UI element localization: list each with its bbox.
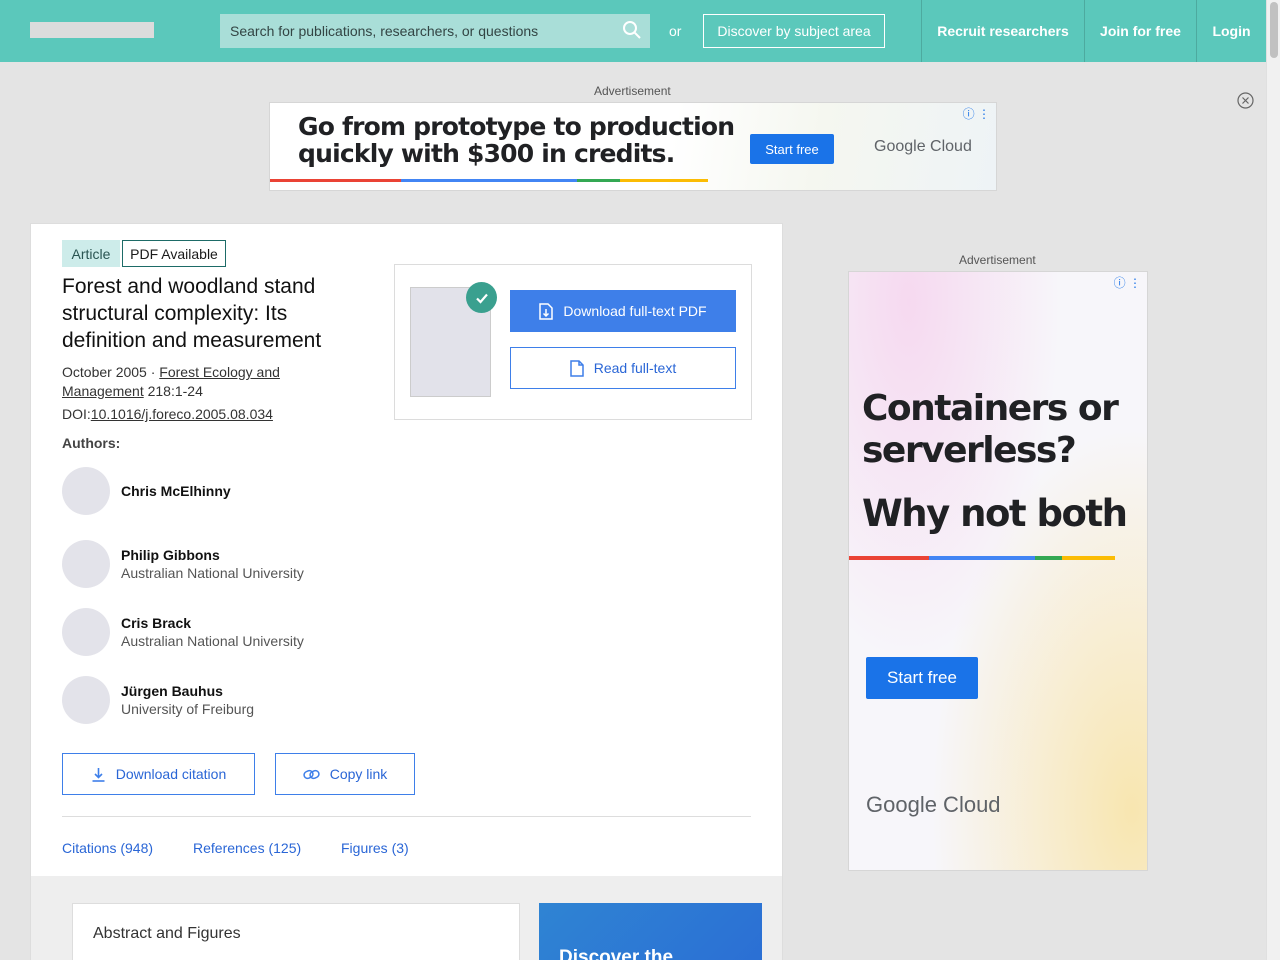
google-color-stripe [270,179,708,182]
read-full-text-label: Read full-text [593,360,677,376]
download-icon [92,767,105,782]
banner-advertisement[interactable]: Go from prototype to production quickly … [269,102,997,191]
top-navigation-bar: or Discover by subject area Recruit rese… [0,0,1266,62]
pdf-available-badge: PDF Available [122,240,226,267]
tab-citations[interactable]: Citations (948) [62,840,153,856]
side-ad-subheadline: Why not both [862,492,1128,535]
google-color-stripe [849,556,1115,560]
doi-link[interactable]: 10.1016/j.foreco.2005.08.034 [91,406,273,422]
author-name[interactable]: Chris McElhinny [121,483,231,499]
article-type-badge: Article [62,240,120,267]
document-icon [570,359,584,377]
link-icon [303,769,320,779]
author-affiliation[interactable]: University of Freiburg [121,701,254,717]
publication-title: Forest and woodland stand structural com… [62,275,322,352]
site-logo[interactable] [30,22,154,38]
join-for-free-link[interactable]: Join for free [1084,0,1196,62]
scrollbar-thumb[interactable] [1270,2,1278,58]
page-scrollbar[interactable] [1266,0,1280,960]
doi-line: DOI:10.1016/j.foreco.2005.08.034 [62,406,273,422]
authors-heading: Authors: [62,435,121,451]
promo-text: Discover the [559,947,674,960]
recruit-researchers-link[interactable]: Recruit researchers [921,0,1084,62]
copy-link-label: Copy link [329,766,388,782]
author-item[interactable]: Chris McElhinny [62,467,382,515]
tab-figures[interactable]: Figures (3) [341,840,409,856]
side-advertisement[interactable]: Containers or serverless? Why not both S… [848,271,1148,871]
discover-by-subject-button[interactable]: Discover by subject area [703,14,885,48]
download-citation-label: Download citation [115,766,227,782]
avatar[interactable] [62,467,110,515]
pdf-download-icon [539,302,554,320]
banner-ad-start-free-button[interactable]: Start free [750,134,834,164]
banner-ad-headline: Go from prototype to production quickly … [298,112,735,168]
avatar[interactable] [62,608,110,656]
promo-panel[interactable]: Discover the [539,903,762,960]
advertisement-label: Advertisement [594,84,671,98]
checkmark-icon [466,282,497,313]
search-icon[interactable] [622,20,642,40]
author-name[interactable]: Cris Brack [121,615,191,631]
full-text-access-box: Download full-text PDF Read full-text [394,264,752,420]
google-cloud-logo: Google Cloud [874,138,972,155]
publication-card: Article PDF Available Forest and woodlan… [30,223,783,960]
author-name[interactable]: Jürgen Bauhus [121,683,223,699]
abstract-panel: Abstract and Figures [72,903,520,960]
author-affiliation[interactable]: Australian National University [121,565,304,581]
close-ad-icon[interactable] [1237,92,1254,109]
download-pdf-label: Download full-text PDF [563,303,707,319]
author-item[interactable]: Jürgen Bauhus University of Freiburg [62,676,382,724]
author-item[interactable]: Philip Gibbons Australian National Unive… [62,540,382,588]
avatar[interactable] [62,540,110,588]
search-input[interactable] [220,14,620,48]
login-link[interactable]: Login [1196,0,1266,62]
read-full-text-button[interactable]: Read full-text [510,347,736,389]
author-item[interactable]: Cris Brack Australian National Universit… [62,608,382,656]
abstract-heading: Abstract and Figures [93,925,241,942]
tab-references[interactable]: References (125) [193,840,301,856]
download-citation-button[interactable]: Download citation [62,753,255,795]
author-name[interactable]: Philip Gibbons [121,547,220,563]
tabs-divider [62,816,751,817]
avatar[interactable] [62,676,110,724]
publication-date: October 2005 · [62,364,160,380]
or-separator: or [669,23,682,39]
side-ad-headline: Containers or serverless? [862,388,1119,471]
content-section: Abstract and Figures Discover the [31,876,782,960]
adchoices-icon[interactable]: ⓘ ⋮ [1114,274,1141,291]
side-ad-start-free-button[interactable]: Start free [866,657,978,699]
author-affiliation[interactable]: Australian National University [121,633,304,649]
doi-label: DOI: [62,406,91,422]
download-full-text-pdf-button[interactable]: Download full-text PDF [510,290,736,332]
adchoices-icon[interactable]: ⓘ ⋮ [963,105,990,122]
publication-pages: 218:1-24 [143,383,203,399]
publication-meta: October 2005 · Forest Ecology and Manage… [62,363,352,401]
copy-link-button[interactable]: Copy link [275,753,415,795]
advertisement-label: Advertisement [959,253,1036,267]
search-box [220,14,650,48]
google-cloud-logo: Google Cloud [866,792,1001,817]
